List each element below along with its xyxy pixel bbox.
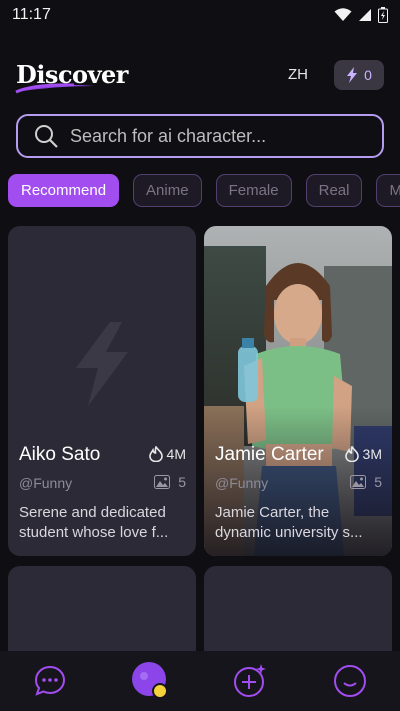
chat-icon xyxy=(34,665,66,696)
popularity-stat: 3M xyxy=(344,446,382,462)
image-count-value: 5 xyxy=(374,474,382,490)
flame-icon xyxy=(344,446,359,462)
card-description: Serene and dedicated student whose love … xyxy=(19,503,187,543)
image-icon xyxy=(154,475,171,489)
card-handle: @Funny xyxy=(19,475,73,491)
description-line-1: Serene and dedicated xyxy=(19,504,166,521)
nav-create[interactable] xyxy=(232,663,268,699)
battery-icon xyxy=(378,7,388,23)
card-description: Jamie Carter, the dynamic university s..… xyxy=(215,503,383,543)
credits-button[interactable]: 0 xyxy=(334,60,384,90)
status-bar: 11:17 xyxy=(0,0,400,30)
card-name: Aiko Sato xyxy=(19,444,101,465)
character-card[interactable]: Jamie Carter 3M @Funny 5 Jamie Carter, t… xyxy=(204,226,392,556)
tab-partial[interactable]: Ma xyxy=(376,174,400,207)
search-bar[interactable] xyxy=(16,114,384,158)
card-name: Jamie Carter xyxy=(215,444,324,465)
image-count-value: 5 xyxy=(178,474,186,490)
header: Discover ZH 0 xyxy=(0,52,400,96)
tab-real[interactable]: Real xyxy=(305,174,363,207)
flame-icon xyxy=(148,446,163,462)
nav-discover[interactable] xyxy=(131,661,171,701)
nav-chat[interactable] xyxy=(32,663,68,699)
nav-profile[interactable] xyxy=(332,663,368,699)
description-line-1: Jamie Carter, the xyxy=(215,504,330,521)
category-tabs: Recommend Anime Female Real Ma xyxy=(8,174,400,208)
language-toggle[interactable]: ZH xyxy=(288,66,308,83)
popularity-value: 3M xyxy=(362,446,382,462)
bolt-icon xyxy=(347,67,358,83)
status-time: 11:17 xyxy=(12,6,51,23)
create-icon xyxy=(234,664,266,697)
search-icon xyxy=(35,125,58,148)
popularity-value: 4M xyxy=(166,446,186,462)
smile-icon xyxy=(334,665,366,697)
popularity-stat: 4M xyxy=(148,446,186,462)
character-card[interactable]: Aiko Sato 4M @Funny 5 Serene and dedicat… xyxy=(8,226,196,556)
brand-title: Discover xyxy=(16,60,128,89)
brand-logo: Discover xyxy=(14,56,144,96)
tab-female[interactable]: Female xyxy=(215,174,292,207)
card-handle: @Funny xyxy=(215,475,269,491)
image-count: 5 xyxy=(350,474,382,490)
description-line-2: student whose love f... xyxy=(19,524,169,541)
image-icon xyxy=(350,475,367,489)
tab-recommend[interactable]: Recommend xyxy=(8,174,120,207)
bolt-placeholder-icon xyxy=(76,322,128,406)
tab-anime[interactable]: Anime xyxy=(133,174,202,207)
wifi-icon xyxy=(334,8,352,21)
search-input[interactable] xyxy=(70,125,370,147)
bottom-nav xyxy=(0,651,400,711)
signal-icon xyxy=(359,9,371,21)
profile-avatar xyxy=(132,662,168,699)
credits-count: 0 xyxy=(364,67,372,83)
description-line-2: dynamic university s... xyxy=(215,524,363,541)
image-count: 5 xyxy=(154,474,186,490)
status-icons xyxy=(334,7,388,23)
